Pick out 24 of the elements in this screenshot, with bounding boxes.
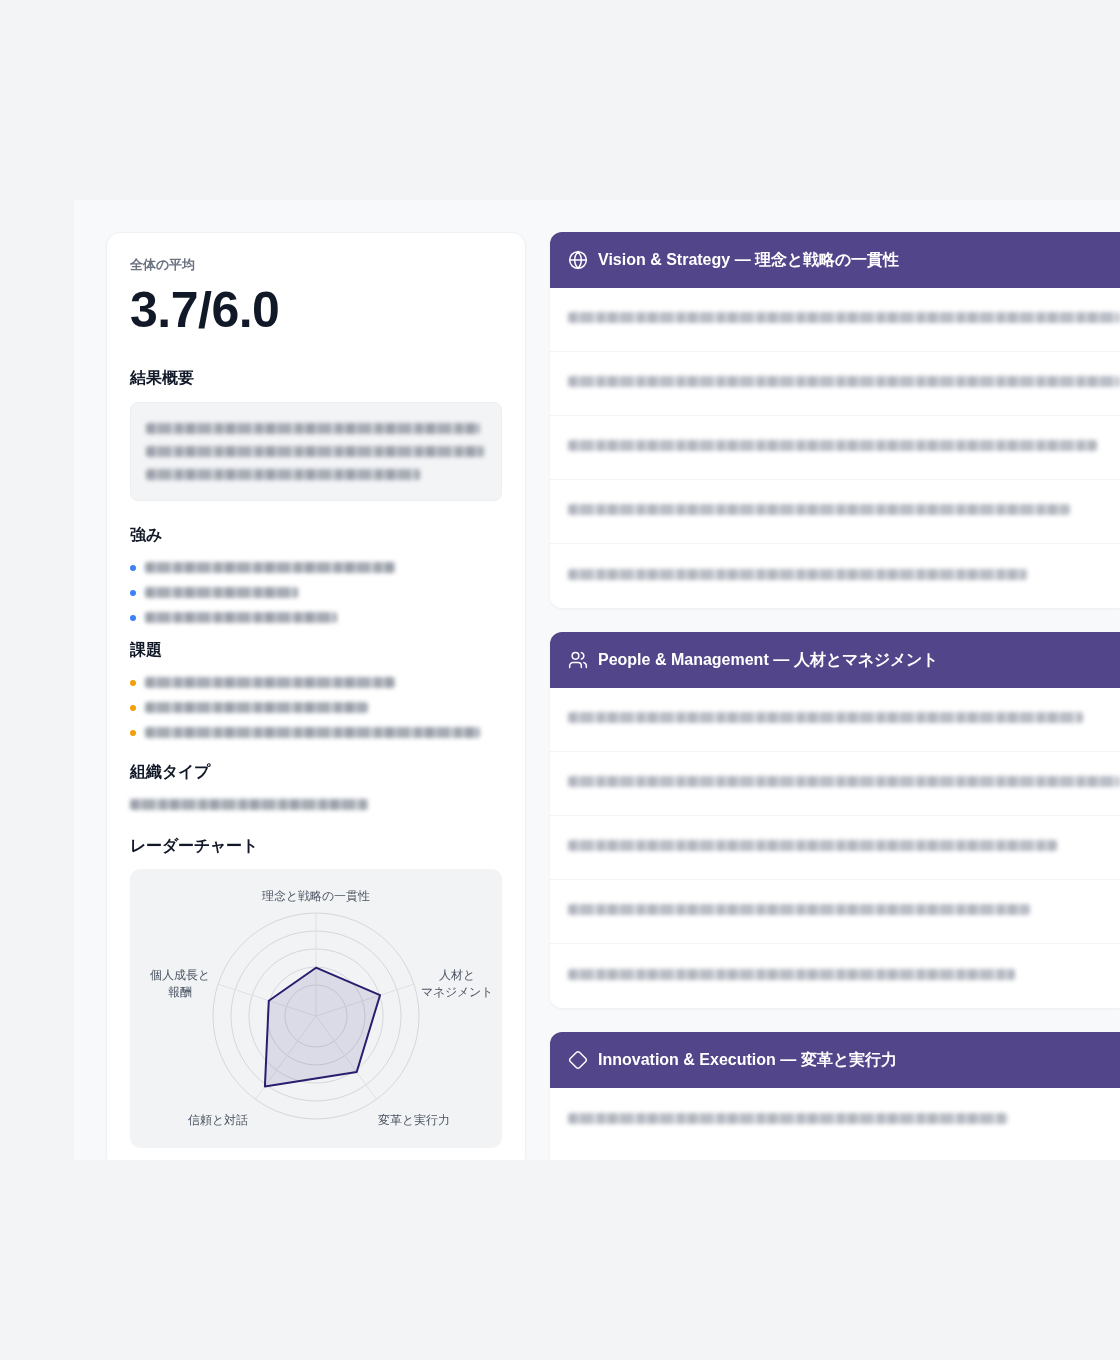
category-title: Vision & Strategy — 理念と戦略の一貫性 bbox=[598, 249, 900, 270]
category-title: Innovation & Execution — 変革と実行力 bbox=[598, 1049, 897, 1070]
section-heading: 強み bbox=[130, 525, 163, 545]
axis-label: 人材とマネジメント bbox=[421, 967, 493, 1001]
axis-label: 理念と戦略の一貫性 bbox=[262, 887, 370, 905]
diamond-icon bbox=[568, 1050, 588, 1070]
globe-icon bbox=[568, 250, 588, 270]
section-heading: 組織タイプ bbox=[130, 762, 212, 782]
bullet-dot-icon bbox=[130, 564, 136, 571]
section-heading: レーダーチャート bbox=[130, 836, 259, 856]
section-heading: 結果概要 bbox=[130, 368, 195, 388]
bullet-dot-icon bbox=[130, 729, 136, 736]
axis-label: 変革と実行力 bbox=[378, 1111, 450, 1129]
users-icon bbox=[568, 650, 588, 670]
section-heading: 課題 bbox=[130, 640, 163, 660]
axis-label: 個人成長と報酬 bbox=[150, 967, 210, 1001]
axis-label: 信頼と対話 bbox=[188, 1111, 248, 1129]
bullet-dot-icon bbox=[130, 589, 136, 596]
overall-score: 3.7/6.0 bbox=[130, 282, 281, 338]
overall-label: 全体の平均 bbox=[130, 256, 196, 274]
bullet-dot-icon bbox=[130, 704, 136, 711]
bullet-dot-icon bbox=[130, 614, 136, 621]
category-title: People & Management — 人材とマネジメント bbox=[598, 649, 938, 670]
bullet-dot-icon bbox=[130, 679, 136, 686]
